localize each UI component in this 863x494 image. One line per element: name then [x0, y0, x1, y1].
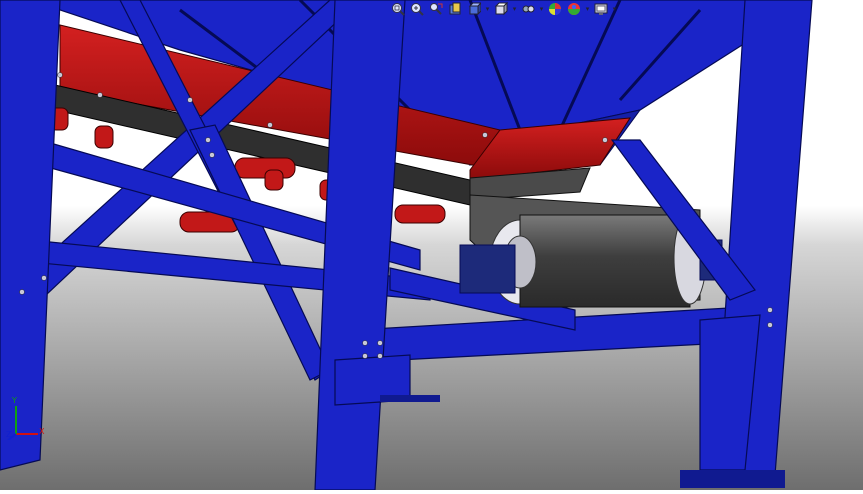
previous-view-button[interactable] [428, 1, 444, 17]
triad-x-label: X [39, 427, 45, 436]
view-orientation-button[interactable] [466, 1, 482, 17]
zoom-to-area-icon [411, 3, 424, 16]
hide-show-items-dropdown-caret-icon[interactable]: ▾ [539, 1, 544, 17]
apply-scene-button[interactable] [566, 1, 582, 17]
view-settings-icon [594, 3, 608, 15]
view-settings-dropdown-caret-icon[interactable]: ▾ [612, 1, 617, 17]
previous-view-icon [430, 3, 443, 15]
edit-appearance-icon [549, 3, 561, 15]
conveyor-model[interactable] [0, 0, 863, 491]
display-style-icon [494, 2, 508, 16]
heads-up-view-toolbar: ▾ ▾ ▾ ▾ ▾ [390, 0, 670, 18]
view-orientation-icon [468, 2, 481, 16]
section-view-button[interactable] [447, 1, 463, 17]
hide-show-items-button[interactable] [520, 1, 536, 17]
3d-graphics-viewport[interactable]: ▾ ▾ ▾ ▾ ▾ X Y Z [0, 0, 863, 491]
display-style-dropdown-caret-icon[interactable]: ▾ [512, 1, 517, 17]
coordinate-triad: X Y Z [6, 396, 46, 441]
zoom-to-fit-button[interactable] [390, 1, 406, 17]
display-style-button[interactable] [493, 1, 509, 17]
view-settings-button[interactable] [593, 1, 609, 17]
apply-scene-dropdown-caret-icon[interactable]: ▾ [585, 1, 590, 17]
hide-show-items-icon [522, 5, 535, 13]
view-orientation-dropdown-caret-icon[interactable]: ▾ [485, 1, 490, 17]
apply-scene-icon [568, 3, 580, 15]
zoom-to-fit-icon [392, 3, 405, 16]
zoom-to-area-button[interactable] [409, 1, 425, 17]
triad-y-label: Y [12, 396, 17, 405]
edit-appearance-button[interactable] [547, 1, 563, 17]
section-view-icon [449, 2, 461, 15]
triad-z-label: Z [6, 430, 12, 439]
